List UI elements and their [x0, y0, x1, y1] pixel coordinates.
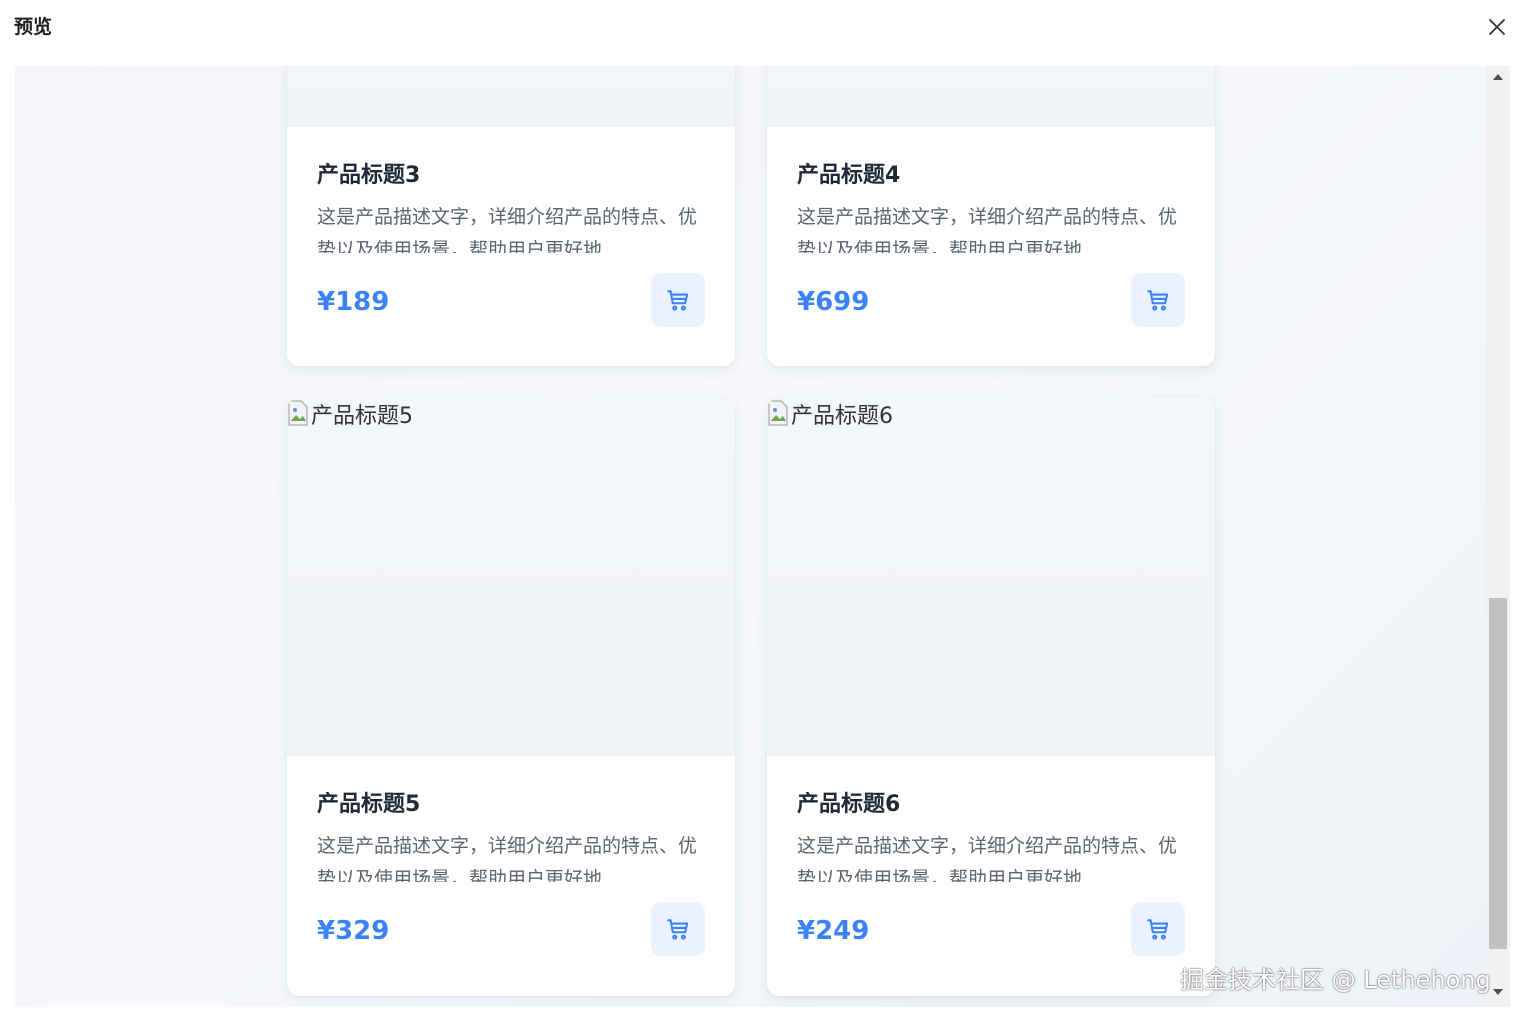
add-to-cart-button[interactable]	[651, 273, 705, 327]
product-card: 产品标题5 产品标题5 这是产品描述文字，详细介绍产品的特点、优势以及使用场景，…	[287, 398, 735, 996]
product-card: 产品标题4 这是产品描述文字，详细介绍产品的特点、优势以及使用场景，帮助用户更好…	[767, 66, 1215, 366]
broken-image: 产品标题6	[767, 398, 893, 430]
scroll-up-button[interactable]	[1486, 72, 1510, 84]
broken-image-icon	[767, 399, 789, 429]
product-title: 产品标题5	[317, 792, 421, 817]
product-description: 这是产品描述文字，详细介绍产品的特点、优势以及使用场景，帮助用户更好地	[317, 835, 697, 882]
product-title: 产品标题3	[317, 163, 421, 188]
broken-image-icon	[287, 399, 309, 429]
product-description: 这是产品描述文字，详细介绍产品的特点、优势以及使用场景，帮助用户更好地	[317, 206, 697, 253]
shopping-cart-icon	[1147, 919, 1169, 940]
product-title: 产品标题6	[797, 792, 901, 817]
product-card: 产品标题3 这是产品描述文字，详细介绍产品的特点、优势以及使用场景，帮助用户更好…	[287, 66, 735, 366]
image-alt-text: 产品标题5	[311, 404, 413, 429]
preview-frame[interactable]: 产品标题3 这是产品描述文字，详细介绍产品的特点、优势以及使用场景，帮助用户更好…	[15, 66, 1486, 1007]
product-description: 这是产品描述文字，详细介绍产品的特点、优势以及使用场景，帮助用户更好地	[797, 206, 1177, 253]
shopping-cart-icon	[1147, 290, 1169, 311]
add-to-cart-button[interactable]	[1131, 902, 1185, 956]
broken-image: 产品标题5	[287, 398, 413, 430]
dialog-header: 预览	[0, 0, 1521, 66]
product-price: ¥329	[317, 916, 390, 946]
triangle-down-icon	[1493, 989, 1503, 995]
product-price: ¥699	[797, 287, 870, 317]
close-button[interactable]	[1484, 14, 1510, 40]
add-to-cart-button[interactable]	[1131, 273, 1185, 327]
product-image	[287, 66, 735, 127]
dialog-title: 预览	[14, 16, 53, 38]
product-description: 这是产品描述文字，详细介绍产品的特点、优势以及使用场景，帮助用户更好地	[797, 835, 1177, 882]
watermark: 掘金技术社区 @ Lethehong	[1180, 966, 1491, 994]
scroll-thumb[interactable]	[1489, 598, 1507, 949]
product-card: 产品标题6 产品标题6 这是产品描述文字，详细介绍产品的特点、优势以及使用场景，…	[767, 398, 1215, 996]
shopping-cart-icon	[667, 919, 689, 940]
product-image	[767, 66, 1215, 127]
product-image: 产品标题5	[287, 398, 735, 756]
shopping-cart-icon	[667, 290, 689, 311]
product-title: 产品标题4	[797, 163, 901, 188]
product-price: ¥249	[797, 916, 870, 946]
triangle-up-icon	[1493, 74, 1503, 80]
product-image: 产品标题6	[767, 398, 1215, 756]
add-to-cart-button[interactable]	[651, 902, 705, 956]
vertical-scrollbar[interactable]	[1486, 66, 1510, 1007]
image-alt-text: 产品标题6	[791, 404, 893, 429]
close-icon	[1489, 19, 1505, 35]
product-price: ¥189	[317, 287, 390, 317]
